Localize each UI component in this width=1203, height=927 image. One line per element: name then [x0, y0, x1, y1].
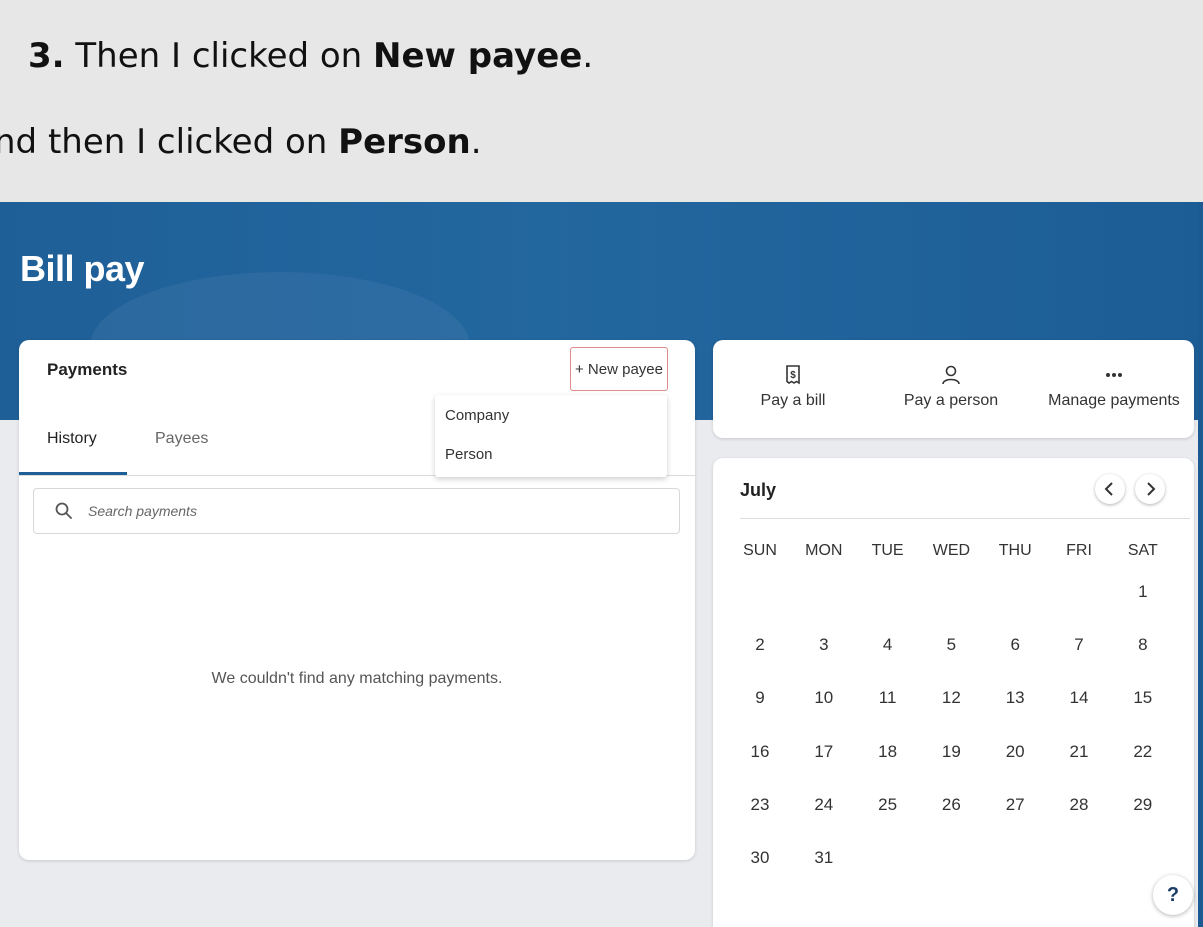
- calendar-day[interactable]: 2: [730, 635, 790, 655]
- payments-title: Payments: [47, 360, 128, 379]
- calendar-day[interactable]: 9: [730, 688, 790, 708]
- calendar-day[interactable]: 17: [794, 742, 854, 762]
- new-payee-button[interactable]: + New payee: [570, 347, 668, 391]
- calendar-day[interactable]: 20: [985, 742, 1045, 762]
- instruction-line-1: 3. Then I clicked on New payee.: [28, 36, 594, 76]
- calendar-day[interactable]: 23: [730, 795, 790, 815]
- bill-pay-screenshot: Bill pay Payments + New payee History Pa…: [0, 202, 1203, 927]
- calendar-weekday: THU: [998, 542, 1032, 559]
- manage-payments-label: Manage payments: [1048, 392, 1180, 409]
- pay-a-person-label: Pay a person: [903, 392, 999, 409]
- calendar-weekday: TUE: [871, 542, 904, 559]
- instruction-text: 3. Then I clicked on New payee. nd then …: [0, 0, 1203, 202]
- calendar-day[interactable]: 6: [985, 635, 1045, 655]
- calendar-divider: [740, 518, 1190, 519]
- calendar-weekday: FRI: [1066, 542, 1092, 559]
- calendar-weekday: SAT: [1127, 542, 1158, 559]
- calendar-day[interactable]: 22: [1113, 742, 1173, 762]
- calendar-day[interactable]: 10: [794, 688, 854, 708]
- instruction-line-2: nd then I clicked on Person.: [0, 122, 482, 162]
- calendar-day[interactable]: 18: [858, 742, 918, 762]
- quick-actions-card: $ Pay a bill Pay a person Manage payment…: [713, 340, 1194, 438]
- calendar-day[interactable]: 12: [921, 688, 981, 708]
- search-input[interactable]: [88, 497, 648, 525]
- manage-payments-button[interactable]: Manage payments: [1044, 364, 1184, 410]
- calendar-day[interactable]: 4: [858, 635, 918, 655]
- chevron-left-icon: [1104, 482, 1113, 496]
- search-box: [33, 488, 680, 534]
- more-dots-icon: [1106, 373, 1122, 377]
- calendar-day[interactable]: 16: [730, 742, 790, 762]
- pay-a-person-button[interactable]: Pay a person: [899, 364, 1003, 410]
- page-title: Bill pay: [20, 248, 145, 289]
- calendar-day[interactable]: 8: [1113, 635, 1173, 655]
- search-icon: [55, 502, 72, 519]
- empty-state-message: We couldn't find any matching payments.: [211, 670, 503, 687]
- calendar-day[interactable]: 21: [1049, 742, 1109, 762]
- calendar-weekday: SUN: [743, 542, 777, 559]
- chevron-right-icon: [1147, 482, 1156, 496]
- calendar-weekday: MON: [805, 542, 843, 559]
- calendar-day[interactable]: 30: [730, 848, 790, 868]
- calendar-day[interactable]: 24: [794, 795, 854, 815]
- calendar-prev-button[interactable]: [1095, 474, 1125, 504]
- pay-a-bill-label: Pay a bill: [760, 392, 826, 409]
- active-tab-indicator: [19, 472, 127, 475]
- calendar-day[interactable]: 31: [794, 848, 854, 868]
- calendar-day[interactable]: 11: [858, 688, 918, 708]
- calendar-day[interactable]: 3: [794, 635, 854, 655]
- receipt-dollar-icon: $: [786, 365, 800, 385]
- calendar-card: July SUN MON TUE WED THU FRI SAT 1 2 3 4 5 6 7 8 9 10 11 1…: [713, 458, 1194, 927]
- calendar-day[interactable]: 29: [1113, 795, 1173, 815]
- calendar-next-button[interactable]: [1135, 474, 1165, 504]
- calendar-day[interactable]: 26: [921, 795, 981, 815]
- calendar-day[interactable]: 14: [1049, 688, 1109, 708]
- tab-payees[interactable]: Payees: [155, 430, 208, 475]
- calendar-day[interactable]: 27: [985, 795, 1045, 815]
- calendar-month: July: [740, 480, 777, 500]
- calendar-day[interactable]: 19: [921, 742, 981, 762]
- calendar-day[interactable]: 28: [1049, 795, 1109, 815]
- person-icon: [942, 365, 960, 385]
- calendar-day[interactable]: 13: [985, 688, 1045, 708]
- calendar-day[interactable]: 1: [1113, 582, 1173, 602]
- help-button[interactable]: ?: [1153, 875, 1193, 915]
- calendar-weekday: WED: [932, 542, 971, 559]
- calendar-day[interactable]: 25: [858, 795, 918, 815]
- menu-item-company[interactable]: Company: [445, 407, 509, 424]
- new-payee-menu: Company Person: [435, 395, 667, 477]
- svg-text:$: $: [790, 370, 796, 381]
- banner-edge: [1198, 202, 1203, 927]
- menu-item-person[interactable]: Person: [445, 446, 493, 463]
- calendar-day[interactable]: 7: [1049, 635, 1109, 655]
- tab-history[interactable]: History: [47, 430, 97, 475]
- calendar-day[interactable]: 15: [1113, 688, 1173, 708]
- pay-a-bill-button[interactable]: $ Pay a bill: [753, 364, 833, 410]
- calendar-day[interactable]: 5: [921, 635, 981, 655]
